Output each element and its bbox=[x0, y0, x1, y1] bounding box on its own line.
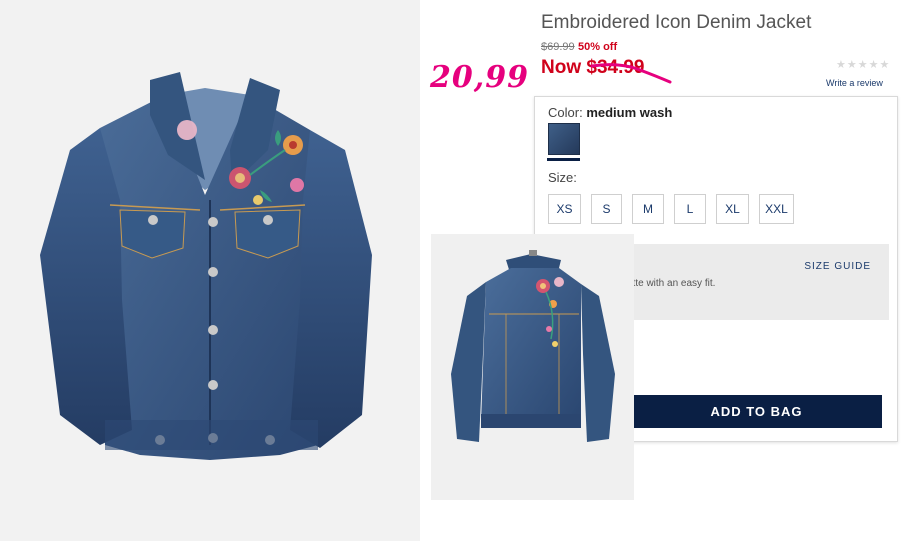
fit-description: ette with an easy fit. bbox=[627, 278, 716, 289]
jacket-front-illustration bbox=[40, 72, 372, 460]
size-button-m[interactable]: M bbox=[632, 194, 664, 224]
size-guide-link[interactable]: SIZE GUIDE bbox=[804, 261, 871, 272]
add-to-bag-button[interactable]: ADD TO BAG bbox=[631, 395, 882, 428]
write-review-link[interactable]: Write a review bbox=[826, 78, 883, 88]
color-swatch-medium-wash[interactable] bbox=[548, 123, 580, 155]
size-label: Size: bbox=[548, 170, 577, 185]
color-label-text: Color: bbox=[548, 105, 583, 120]
product-title: Embroidered Icon Denim Jacket bbox=[541, 12, 812, 33]
handwritten-price-annotation: 20,99 bbox=[430, 60, 529, 95]
size-button-s[interactable]: S bbox=[591, 194, 622, 224]
original-price: $69.99 bbox=[541, 41, 575, 53]
swatch-selected-indicator bbox=[547, 158, 580, 161]
size-button-xs[interactable]: XS bbox=[548, 194, 581, 224]
main-product-image[interactable] bbox=[0, 0, 420, 541]
back-view-image bbox=[431, 234, 634, 500]
sale-price: Now $34.99 bbox=[541, 57, 645, 78]
discount-badge: 50% off bbox=[578, 41, 618, 53]
color-value: medium wash bbox=[586, 105, 673, 120]
size-button-xl[interactable]: XL bbox=[716, 194, 749, 224]
rating-stars[interactable]: ★★★★★ bbox=[836, 58, 890, 71]
size-button-l[interactable]: L bbox=[674, 194, 706, 224]
size-button-xxl[interactable]: XXL bbox=[759, 194, 794, 224]
color-label: Color: medium wash bbox=[548, 105, 672, 120]
jacket-back-illustration bbox=[451, 250, 615, 442]
